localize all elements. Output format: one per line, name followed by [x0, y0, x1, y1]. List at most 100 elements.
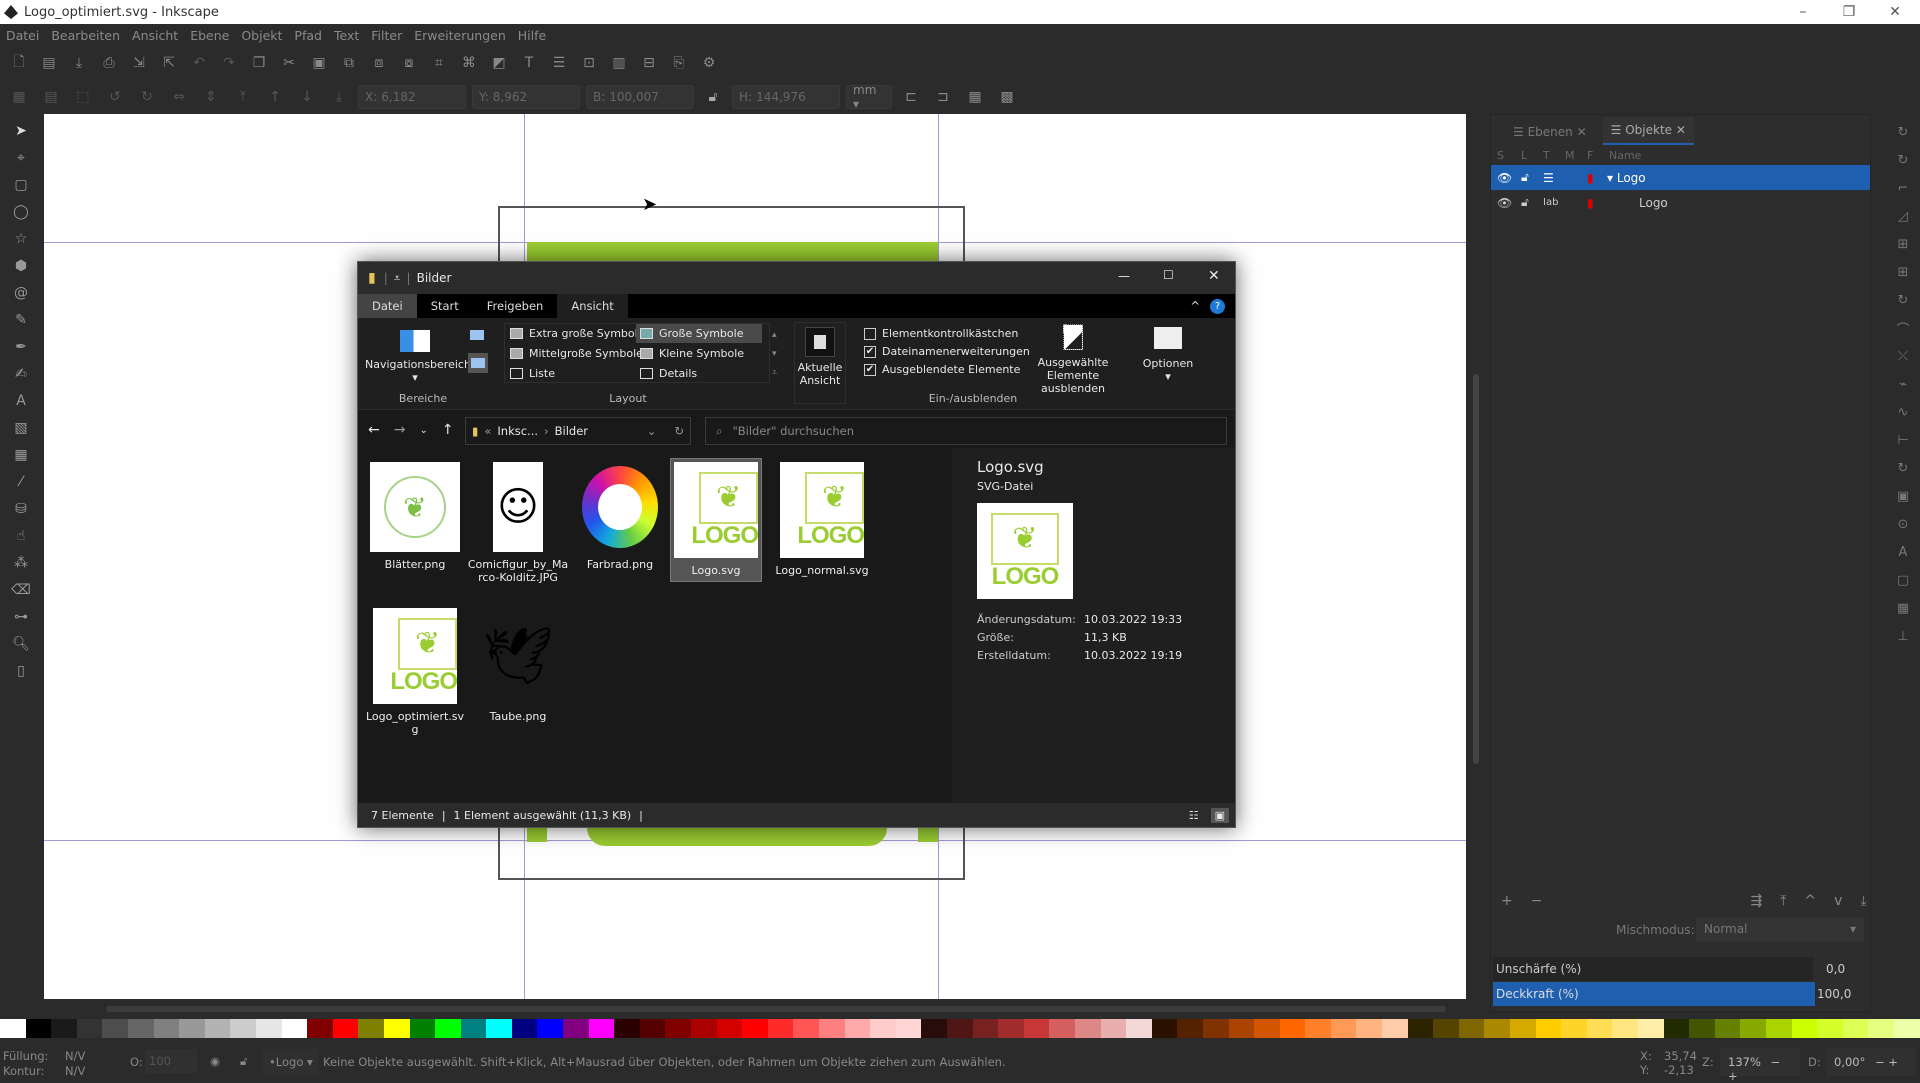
- color-swatch[interactable]: [1100, 1019, 1127, 1038]
- color-swatch[interactable]: [1023, 1019, 1050, 1038]
- color-swatch[interactable]: [639, 1019, 666, 1038]
- gradient-tool-icon[interactable]: ▧: [8, 415, 34, 440]
- lower-icon[interactable]: ↓: [294, 84, 320, 110]
- node-tool-icon[interactable]: ⌖: [8, 145, 34, 170]
- help-icon[interactable]: ?: [1210, 298, 1225, 314]
- snap-others-icon[interactable]: ↻: [1891, 456, 1915, 480]
- current-layer-select[interactable]: •Logo ▾: [263, 1049, 319, 1075]
- duplicate-icon[interactable]: ⧉: [336, 50, 362, 76]
- checkbox-file-extensions[interactable]: ✔ Dateinamenerweiterungen: [864, 343, 1030, 361]
- color-swatch[interactable]: [921, 1019, 947, 1038]
- color-swatch[interactable]: [1433, 1019, 1459, 1038]
- spray-tool-icon[interactable]: ⁂: [8, 550, 34, 575]
- selector-tool-icon[interactable]: ➤: [8, 118, 34, 143]
- snap-guide-icon[interactable]: ⊥: [1891, 624, 1915, 648]
- save-icon[interactable]: ⤓: [66, 50, 92, 76]
- current-view-button[interactable]: Aktuelle Ansicht: [794, 322, 846, 404]
- vertical-scrollbar[interactable]: [1470, 114, 1482, 1004]
- object-row[interactable]: 👁︎ 🔓︎ Iab ▮ Logo: [1491, 190, 1870, 215]
- color-swatch[interactable]: [1254, 1019, 1280, 1038]
- color-swatch[interactable]: [1126, 1019, 1152, 1038]
- rotation-field[interactable]: 0,00° − +: [1826, 1048, 1916, 1076]
- raise-icon[interactable]: ↑: [262, 84, 288, 110]
- color-swatch[interactable]: [1714, 1019, 1741, 1038]
- file-item[interactable]: 🕊︎ Taube.png: [466, 608, 570, 723]
- color-swatch[interactable]: [383, 1019, 410, 1038]
- redo-icon[interactable]: ↷: [216, 50, 242, 76]
- spiral-tool-icon[interactable]: @: [8, 280, 34, 305]
- color-swatch[interactable]: [1689, 1019, 1715, 1038]
- snap-rotation-icon[interactable]: ⊙: [1891, 512, 1915, 536]
- connector-tool-icon[interactable]: ⊶: [8, 604, 34, 629]
- lock-ratio-icon[interactable]: 🔓︎: [700, 84, 726, 110]
- color-swatch[interactable]: [691, 1019, 717, 1038]
- snap-center-icon[interactable]: ⊞: [1891, 232, 1915, 256]
- color-swatch[interactable]: [537, 1019, 564, 1038]
- select-all-icon[interactable]: ▦: [6, 84, 32, 110]
- transform-patterns-icon[interactable]: ▩: [994, 84, 1020, 110]
- checkbox-item-checkboxes[interactable]: Elementkontrollkästchen: [864, 325, 1030, 343]
- snap-nodes-icon[interactable]: ↻: [1891, 288, 1915, 312]
- layout-large[interactable]: Große Symbole: [636, 324, 762, 343]
- unlock-icon[interactable]: 🔓︎: [1521, 195, 1543, 210]
- color-swatch[interactable]: [153, 1019, 180, 1038]
- menu-filter[interactable]: Filter: [371, 28, 402, 43]
- undo-icon[interactable]: ↶: [186, 50, 212, 76]
- x-field[interactable]: X: 6,182: [358, 85, 466, 109]
- remove-icon[interactable]: −: [1531, 893, 1543, 909]
- unlock-icon[interactable]: 🔓︎: [1521, 170, 1543, 185]
- paint-bucket-tool-icon[interactable]: ⛁: [8, 496, 34, 521]
- restore-button[interactable]: ❐: [1826, 0, 1872, 24]
- details-view-icon[interactable]: ☷: [1189, 809, 1199, 822]
- flip-v-icon[interactable]: ⇕: [198, 84, 224, 110]
- blend-mode-select[interactable]: Normal ▾: [1696, 917, 1864, 942]
- color-swatch[interactable]: [1612, 1019, 1638, 1038]
- snap-smooth-icon[interactable]: ∿: [1891, 400, 1915, 424]
- tweak-tool-icon[interactable]: ☝: [8, 523, 34, 548]
- color-swatch[interactable]: [281, 1019, 308, 1038]
- large-icons-view-icon[interactable]: ▣: [1210, 807, 1229, 823]
- dropper-tool-icon[interactable]: ⁄: [8, 469, 34, 494]
- transform-gradients-icon[interactable]: ▦: [962, 84, 988, 110]
- minimize-button[interactable]: –: [1780, 0, 1826, 24]
- objects-icon[interactable]: ▥: [606, 50, 632, 76]
- color-swatch[interactable]: [1177, 1019, 1203, 1038]
- export-icon[interactable]: ⇱: [156, 50, 182, 76]
- snap-grid2-icon[interactable]: ▦: [1891, 596, 1915, 620]
- color-swatch[interactable]: [767, 1019, 794, 1038]
- snap-bbox-icon[interactable]: ↻: [1891, 148, 1915, 172]
- mesh-tool-icon[interactable]: ▦: [8, 442, 34, 467]
- blur-value[interactable]: 0,0: [1826, 962, 1845, 976]
- snap-midpoints-icon[interactable]: ⊢: [1891, 428, 1915, 452]
- horizontal-scrollbar[interactable]: [100, 1005, 1450, 1013]
- color-swatch[interactable]: [511, 1019, 538, 1038]
- color-swatch[interactable]: [1484, 1019, 1511, 1038]
- color-swatch[interactable]: [1279, 1019, 1306, 1038]
- color-swatch[interactable]: [870, 1019, 896, 1038]
- color-swatch[interactable]: [76, 1019, 103, 1038]
- lower-icon[interactable]: v: [1834, 893, 1842, 909]
- expand-triangle-icon[interactable]: ▾: [1607, 171, 1617, 185]
- rotate-ccw-icon[interactable]: ↺: [102, 84, 128, 110]
- explorer-close-button[interactable]: ✕: [1208, 268, 1220, 284]
- color-swatch[interactable]: [665, 1019, 692, 1038]
- color-swatch[interactable]: [127, 1019, 154, 1038]
- snap-text-icon[interactable]: A: [1891, 540, 1915, 564]
- file-item[interactable]: ❦ LOGO Logo_normal.svg: [770, 462, 874, 577]
- file-item[interactable]: ❦ LOGO Logo_optimiert.svg: [363, 608, 467, 736]
- preview-pane-icon[interactable]: [470, 330, 484, 340]
- layout-list[interactable]: Liste: [506, 364, 559, 383]
- copy-icon[interactable]: ❐: [246, 50, 272, 76]
- calligraphy-tool-icon[interactable]: ✍: [8, 361, 34, 386]
- color-swatch[interactable]: [409, 1019, 436, 1038]
- toggle-lock-icon[interactable]: 🔓︎: [240, 1054, 247, 1069]
- text-tool-icon[interactable]: A: [8, 388, 34, 413]
- preferences-icon[interactable]: ⚙: [696, 50, 722, 76]
- menu-hilfe[interactable]: Hilfe: [518, 28, 546, 43]
- layout-extra-large[interactable]: Extra große Symbole: [506, 324, 648, 343]
- color-swatch[interactable]: [563, 1019, 589, 1038]
- color-swatch[interactable]: [358, 1019, 384, 1038]
- color-swatch[interactable]: [946, 1019, 973, 1038]
- color-swatch[interactable]: [1817, 1019, 1843, 1038]
- file-item[interactable]: ❦ Blätter.png: [363, 462, 467, 571]
